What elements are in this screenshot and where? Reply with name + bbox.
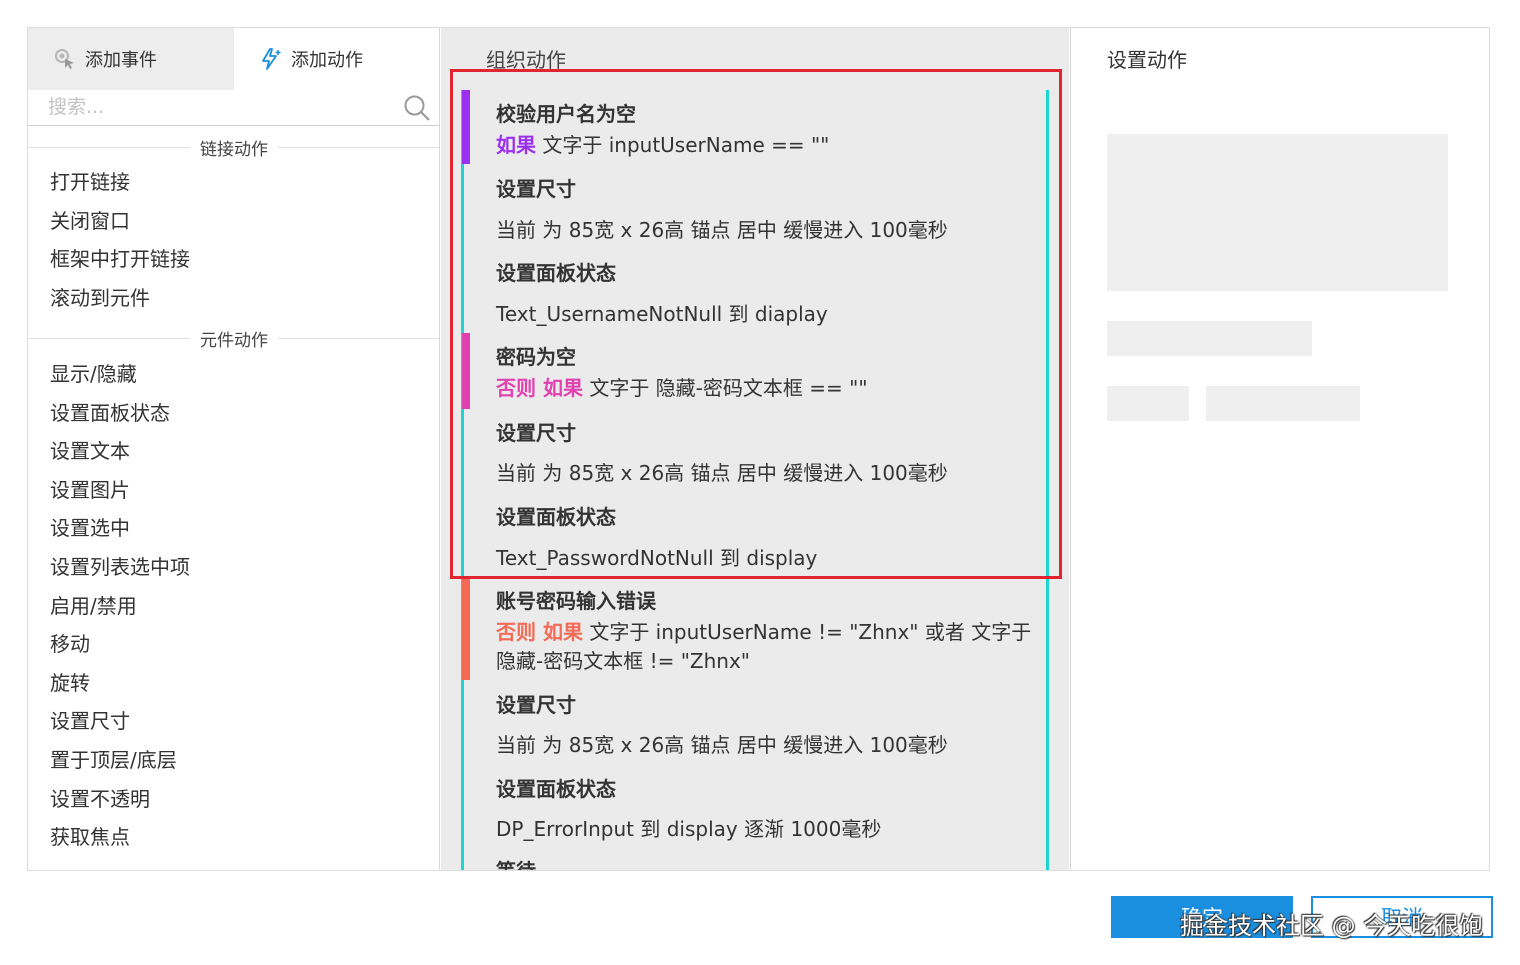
tab-add-action[interactable]: 添加动作 bbox=[234, 28, 439, 90]
case-condition[interactable]: 否则 如果 文字于 隐藏-密码文本框 == "" bbox=[496, 372, 868, 401]
confirm-button[interactable]: 确定 bbox=[1111, 896, 1293, 938]
action-item-rotate[interactable]: 旋转 bbox=[50, 664, 430, 703]
case-name[interactable]: 校验用户名为空 bbox=[496, 98, 636, 127]
action-name[interactable]: 设置尺寸 bbox=[496, 173, 576, 202]
lightning-icon bbox=[262, 48, 281, 70]
action-name[interactable]: 设置尺寸 bbox=[496, 417, 576, 446]
tab-add-action-label: 添加动作 bbox=[291, 50, 363, 71]
cursor-click-icon bbox=[55, 49, 74, 69]
case-name[interactable]: 账号密码输入错误 bbox=[496, 585, 656, 614]
condition-keyword: 否则 如果 bbox=[496, 376, 583, 400]
action-name[interactable]: 设置面板状态 bbox=[496, 257, 616, 286]
case-indicator-bar bbox=[462, 90, 470, 164]
action-item-set-text[interactable]: 设置文本 bbox=[50, 432, 430, 471]
action-name[interactable]: 设置面板状态 bbox=[496, 773, 616, 802]
action-item-show-hide[interactable]: 显示/隐藏 bbox=[50, 355, 430, 394]
condition-text: 文字于 隐藏-密码文本框 == "" bbox=[589, 376, 868, 400]
condition-text: 文字于 inputUserName != "Zhnx" 或者 文字于 bbox=[589, 620, 1032, 644]
search-input[interactable] bbox=[48, 92, 388, 122]
tab-add-event-label: 添加事件 bbox=[85, 50, 157, 71]
section-label: 元件动作 bbox=[190, 325, 278, 351]
action-item-set-image[interactable]: 设置图片 bbox=[50, 471, 430, 510]
action-item-bring-front-back[interactable]: 置于顶层/底层 bbox=[50, 741, 430, 780]
tab-bar: 添加事件 添加动作 bbox=[28, 28, 439, 90]
case-name[interactable]: 密码为空 bbox=[496, 341, 576, 370]
action-item-open-in-frame[interactable]: 框架中打开链接 bbox=[50, 240, 430, 279]
section-header-widget-actions: 元件动作 bbox=[28, 325, 439, 351]
condition-text: 文字于 inputUserName == "" bbox=[542, 133, 830, 157]
action-detail[interactable]: 当前 为 85宽 x 26高 锚点 居中 缓慢进入 100毫秒 bbox=[496, 214, 948, 243]
section-label: 链接动作 bbox=[190, 134, 278, 160]
action-item-focus[interactable]: 获取焦点 bbox=[50, 818, 430, 857]
case-condition[interactable]: 如果 文字于 inputUserName == "" bbox=[496, 129, 829, 158]
case-editor-dialog: 添加事件 添加动作 链接动作 打开链接 关闭窗口 框架中打 bbox=[27, 27, 1490, 871]
configure-action-panel: 设置动作 bbox=[1070, 28, 1489, 870]
section-header-link-actions: 链接动作 bbox=[28, 134, 439, 160]
case-indicator-bar bbox=[462, 578, 470, 680]
action-item-scroll-to-widget[interactable]: 滚动到元件 bbox=[50, 279, 430, 318]
widget-action-list: 显示/隐藏 设置面板状态 设置文本 设置图片 设置选中 设置列表选中项 启用/禁… bbox=[50, 355, 430, 857]
organize-actions-panel: 组织动作 校验用户名为空 如果 文字于 inputUserName == "" … bbox=[441, 28, 1069, 870]
case-condition[interactable]: 否则 如果 文字于 inputUserName != "Zhnx" 或者 文字于 bbox=[496, 616, 1031, 645]
condition-keyword: 否则 如果 bbox=[496, 620, 583, 644]
action-library-panel: 添加事件 添加动作 链接动作 打开链接 关闭窗口 框架中打 bbox=[28, 28, 440, 870]
skeleton-placeholder bbox=[1107, 386, 1189, 421]
skeleton-placeholder bbox=[1107, 321, 1312, 356]
action-name[interactable]: 设置尺寸 bbox=[496, 689, 576, 718]
action-item-open-link[interactable]: 打开链接 bbox=[50, 163, 430, 202]
action-detail[interactable]: 当前 为 85宽 x 26高 锚点 居中 缓慢进入 100毫秒 bbox=[496, 457, 948, 486]
case-list: 校验用户名为空 如果 文字于 inputUserName == "" 设置尺寸 … bbox=[461, 90, 1049, 870]
tab-add-event[interactable]: 添加事件 bbox=[28, 28, 234, 90]
cancel-button[interactable]: 取消 bbox=[1311, 896, 1493, 938]
action-detail[interactable]: Text_PasswordNotNull 到 display bbox=[496, 542, 817, 571]
action-detail[interactable]: 当前 为 85宽 x 26高 锚点 居中 缓慢进入 100毫秒 bbox=[496, 729, 948, 758]
action-item-set-opacity[interactable]: 设置不透明 bbox=[50, 780, 430, 819]
action-item-set-size[interactable]: 设置尺寸 bbox=[50, 702, 430, 741]
condition-keyword: 如果 bbox=[496, 133, 536, 157]
search-bar bbox=[28, 90, 439, 126]
skeleton-placeholder bbox=[1206, 386, 1360, 421]
panel-title: 组织动作 bbox=[486, 48, 566, 72]
skeleton-placeholder bbox=[1107, 134, 1448, 291]
action-detail[interactable]: DP_ErrorInput 到 display 逐渐 1000毫秒 bbox=[496, 813, 881, 842]
case-indicator-bar bbox=[462, 333, 470, 409]
action-item-set-panel-state[interactable]: 设置面板状态 bbox=[50, 394, 430, 433]
search-icon[interactable] bbox=[403, 94, 431, 122]
action-item-move[interactable]: 移动 bbox=[50, 625, 430, 664]
case-condition-continued[interactable]: 隐藏-密码文本框 != "Zhnx" bbox=[496, 645, 750, 674]
action-item-enable-disable[interactable]: 启用/禁用 bbox=[50, 587, 430, 626]
action-name-truncated[interactable]: 等待 bbox=[496, 855, 536, 870]
action-item-set-selected[interactable]: 设置选中 bbox=[50, 509, 430, 548]
action-item-close-window[interactable]: 关闭窗口 bbox=[50, 202, 430, 241]
action-item-set-list-selection[interactable]: 设置列表选中项 bbox=[50, 548, 430, 587]
action-detail[interactable]: Text_UsernameNotNull 到 diaplay bbox=[496, 298, 828, 327]
link-action-list: 打开链接 关闭窗口 框架中打开链接 滚动到元件 bbox=[50, 163, 430, 317]
action-name[interactable]: 设置面板状态 bbox=[496, 501, 616, 530]
panel-title: 设置动作 bbox=[1107, 48, 1187, 72]
